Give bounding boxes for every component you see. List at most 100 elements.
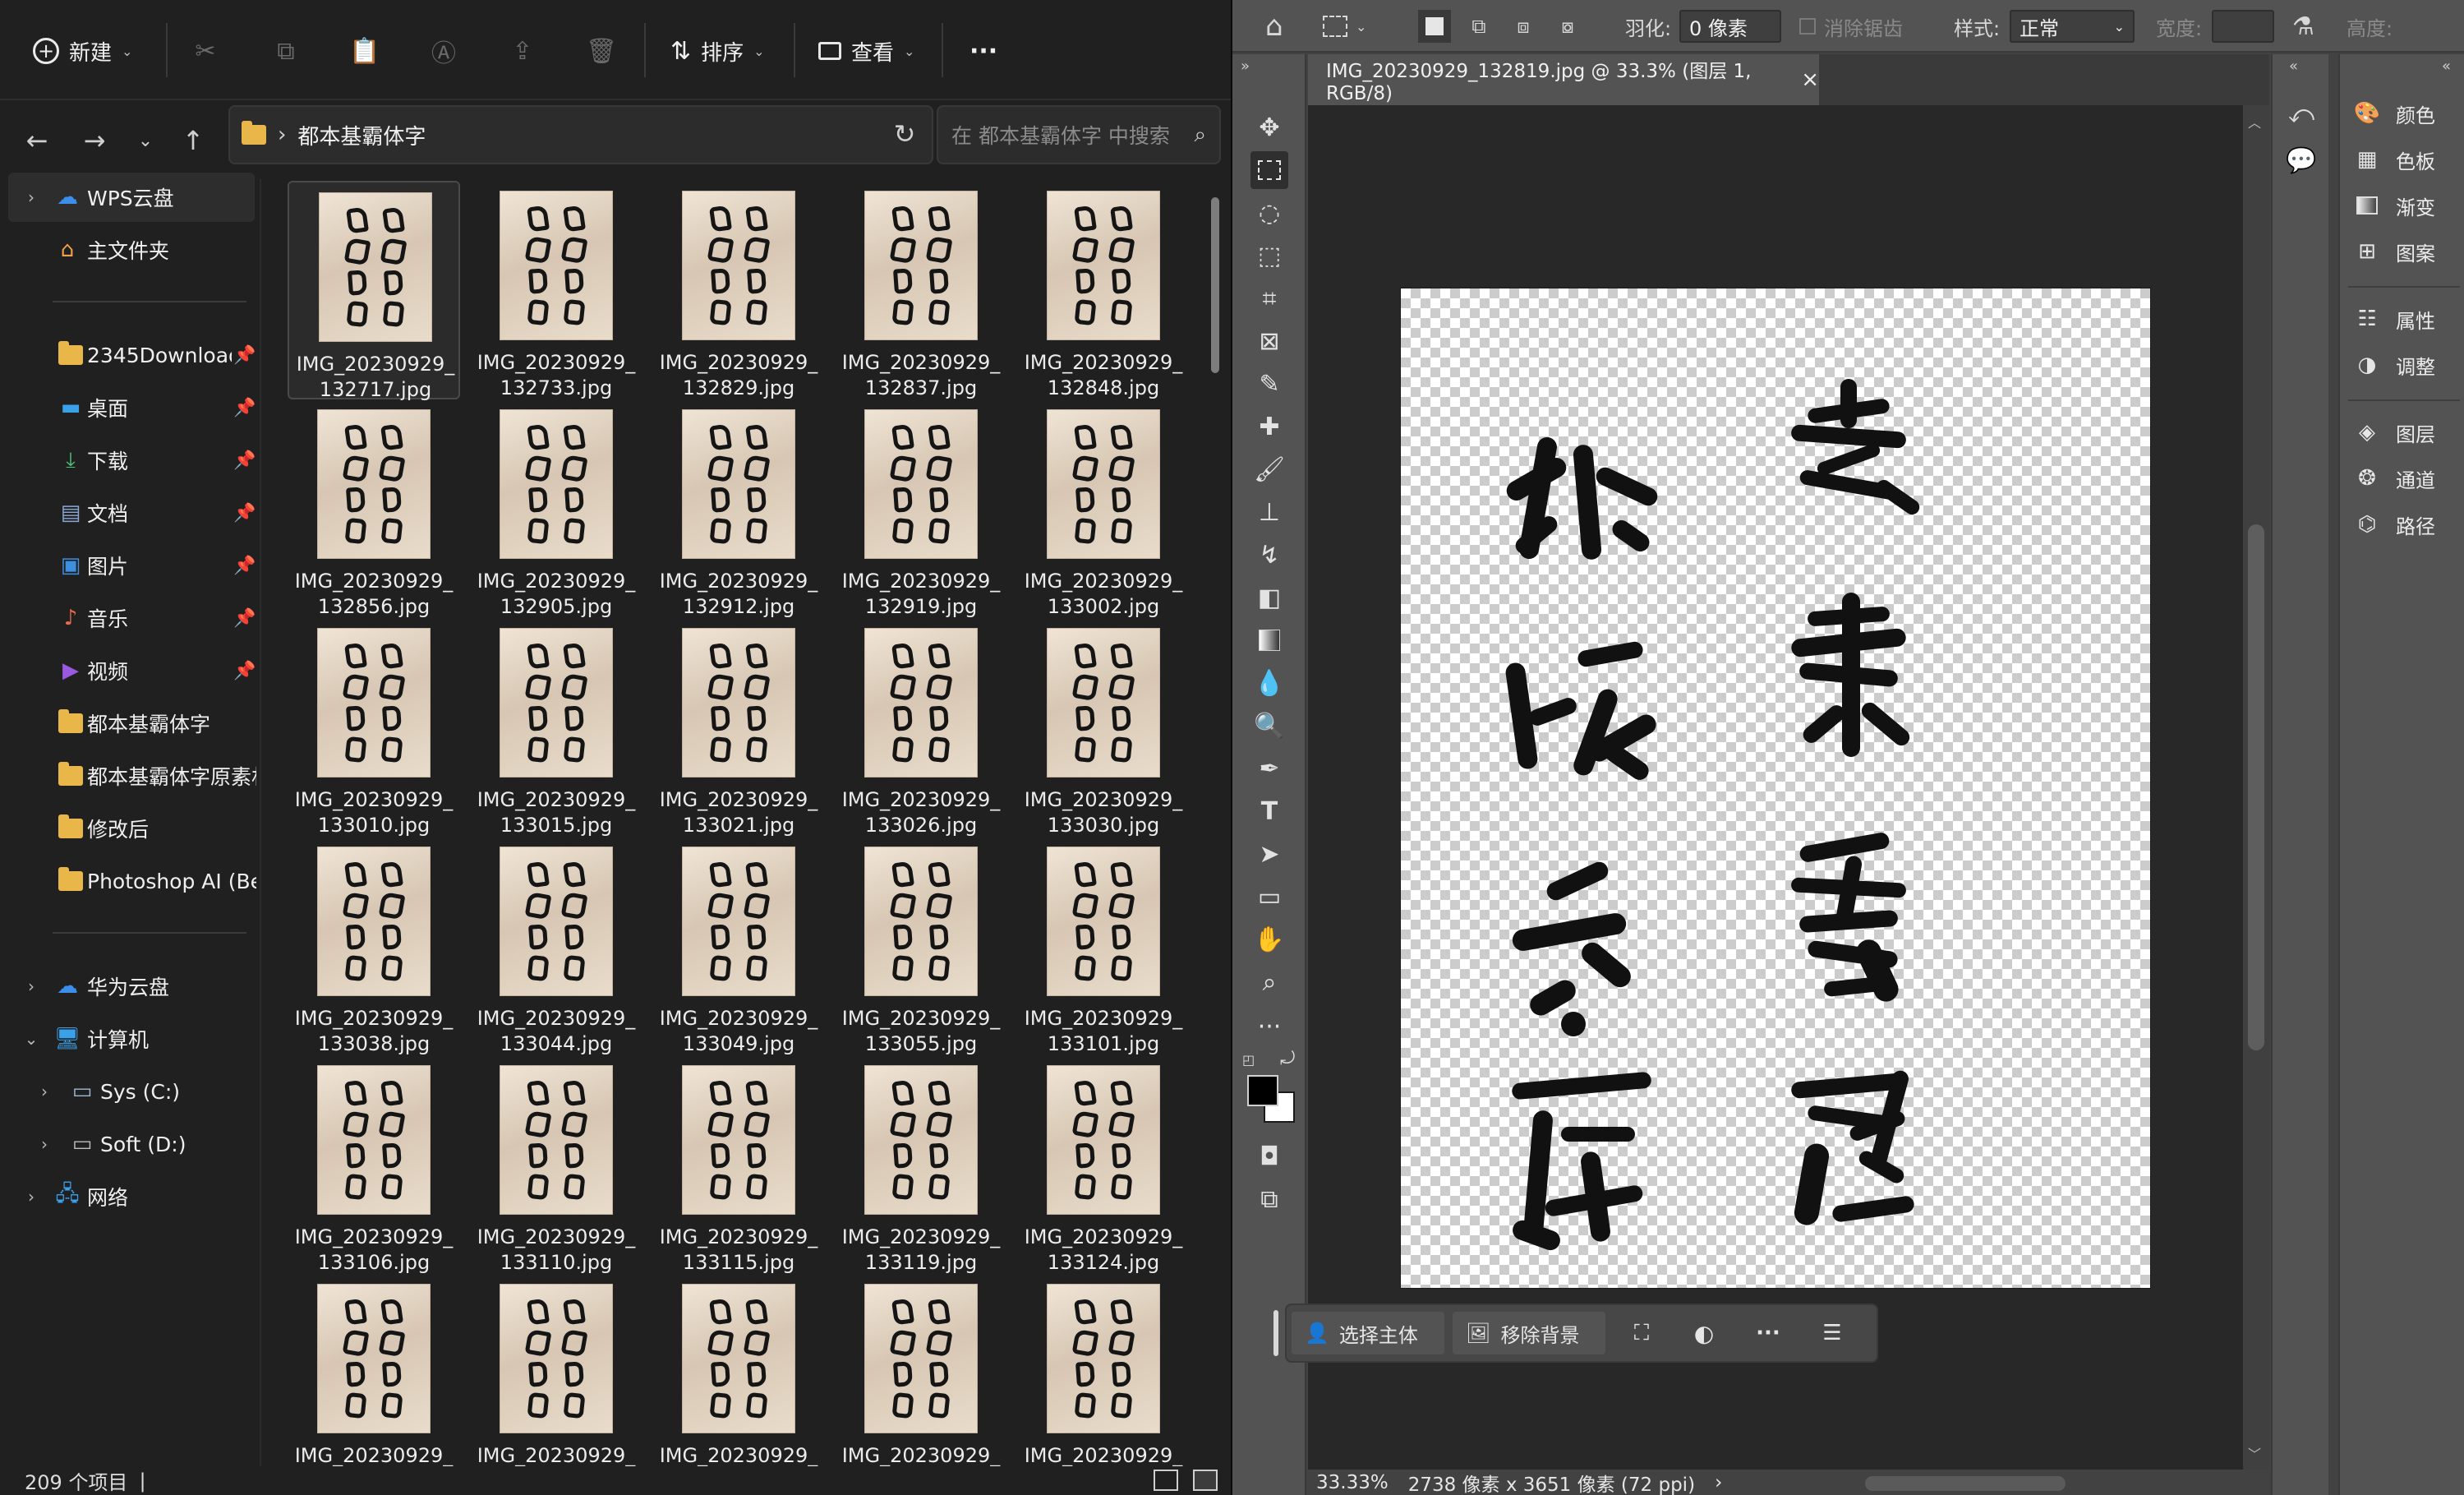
file-thumbnail[interactable]: IMG_20230929_ 133055.jpg	[835, 837, 1007, 1055]
gradients-panel-tab[interactable]: 渐变	[2353, 186, 2435, 225]
file-thumbnail[interactable]: IMG_20230929_ 133026.jpg	[835, 618, 1007, 837]
file-thumbnail[interactable]: IMG_20230929_ 132829.jpg	[652, 181, 825, 399]
more-options-button[interactable]: ···	[1748, 1313, 1788, 1353]
file-thumbnail[interactable]: IMG_20230929_ 133044.jpg	[470, 837, 642, 1055]
file-thumbnail[interactable]: IMG_20230929_ 133119.jpg	[835, 1055, 1007, 1274]
chevron-right-icon[interactable]: ›	[21, 976, 41, 996]
vertical-scroll-thumb[interactable]	[2248, 524, 2264, 1050]
up-arrow-icon[interactable]: ↑	[174, 122, 212, 159]
pin-icon[interactable]: 📌	[233, 450, 256, 471]
pin-icon[interactable]: 📌	[233, 661, 256, 681]
pen-tool-icon[interactable]: ✒	[1250, 750, 1288, 787]
horizontal-scroll-thumb[interactable]	[1865, 1476, 2066, 1491]
file-thumbnail[interactable]: IMG_20230929_ 132856.jpg	[288, 399, 460, 618]
sidebar-item-folder-photoshop-ai[interactable]: Photoshop AI (Bet	[0, 856, 260, 906]
sidebar-item-wps-cloud[interactable]: › ☁ WPS云盘	[8, 173, 255, 222]
default-colors-icon[interactable]: ◰	[1242, 1052, 1259, 1068]
home-icon[interactable]: ⌂	[1265, 0, 1283, 53]
more-options-button[interactable]: ···	[969, 28, 997, 74]
pin-icon[interactable]: 📌	[233, 556, 256, 576]
delete-icon[interactable]: 🗑	[585, 35, 618, 67]
forward-arrow-icon[interactable]: →	[76, 122, 113, 159]
hand-tool-icon[interactable]: ✋	[1250, 921, 1288, 958]
file-thumbnail[interactable]: IMG_20230929_ 133124.jpg	[1017, 1055, 1190, 1274]
subtract-from-selection-icon[interactable]: ⧈	[1507, 0, 1540, 53]
rectangle-tool-icon[interactable]: ▭	[1250, 878, 1288, 916]
zoom-tool-icon[interactable]: ⌕	[1250, 963, 1288, 1001]
document-tab[interactable]: IMG_20230929_132819.jpg @ 33.3% (图层 1, R…	[1308, 54, 1819, 105]
file-thumbnail[interactable]: IMG_20230929_ 132837.jpg	[835, 181, 1007, 399]
comments-panel-icon[interactable]: 💬	[2284, 143, 2319, 178]
new-button[interactable]: + 新建 ⌄	[33, 28, 132, 74]
file-thumbnail[interactable]: IMG_20230929_ 133038.jpg	[288, 837, 460, 1055]
move-tool-icon[interactable]: ✥	[1250, 108, 1288, 146]
style-select[interactable]: 正常 ⌄	[2010, 10, 2135, 43]
refresh-icon[interactable]: ↻	[886, 115, 923, 153]
rectangular-marquee-tool-icon[interactable]	[1250, 151, 1288, 189]
eyedropper-tool-icon[interactable]: ✎	[1250, 365, 1288, 403]
file-thumbnail[interactable]: IMG_20230929_ 133106.jpg	[288, 1055, 460, 1274]
recent-locations-chevron-icon[interactable]: ⌄	[127, 122, 164, 159]
file-thumbnail[interactable]: IMG_20230929_	[1017, 1274, 1190, 1466]
pin-icon[interactable]: 📌	[233, 345, 256, 366]
transform-selection-icon[interactable]: ⛶	[1622, 1313, 1661, 1353]
feather-input[interactable]: 0 像素	[1679, 10, 1781, 43]
sidebar-item-music[interactable]: ♪ 音乐 📌	[0, 593, 260, 643]
breadcrumb-current-folder[interactable]: 都本基霸体字	[297, 120, 426, 150]
settings-sliders-icon[interactable]: ☰	[1812, 1313, 1852, 1353]
address-bar[interactable]: › 都本基霸体字 ⌄	[228, 105, 968, 164]
file-thumbnail[interactable]: IMG_20230929_ 133110.jpg	[470, 1055, 642, 1274]
swap-width-height-icon[interactable]: ⚗	[2292, 0, 2314, 53]
canvas-vertical-scrollbar[interactable]: ︿ ﹀	[2243, 105, 2269, 1470]
dodge-tool-icon[interactable]: 🔍	[1250, 707, 1288, 745]
file-thumbnail[interactable]: IMG_20230929_ 132919.jpg	[835, 399, 1007, 618]
file-thumbnail[interactable]: IMG_20230929_ 132848.jpg	[1017, 181, 1190, 399]
sidebar-item-network[interactable]: › 🖧 网络	[0, 1172, 260, 1221]
chevron-right-icon[interactable]: ›	[35, 1082, 54, 1101]
file-thumbnail[interactable]: IMG_20230929_	[835, 1274, 1007, 1466]
healing-brush-tool-icon[interactable]: ✚	[1250, 408, 1288, 445]
details-view-icon[interactable]	[1154, 1470, 1178, 1491]
status-menu-arrow[interactable]: ›	[1715, 1472, 1722, 1493]
rename-icon[interactable]: Ⓐ	[427, 35, 460, 68]
patterns-panel-tab[interactable]: ⊞ 图案	[2353, 232, 2435, 271]
view-button[interactable]: 查看 ⌄	[818, 28, 914, 74]
frame-tool-icon[interactable]: ⊠	[1250, 322, 1288, 360]
sidebar-item-huawei-cloud[interactable]: › ☁ 华为云盘	[0, 962, 260, 1011]
width-input[interactable]	[2212, 10, 2274, 43]
adjustments-panel-tab[interactable]: ◑ 调整	[2353, 345, 2435, 385]
properties-panel-tab[interactable]: ☷ 属性	[2353, 299, 2435, 339]
document-canvas-transparent-layer[interactable]	[1400, 288, 2151, 1289]
chevron-right-icon[interactable]: ›	[35, 1134, 54, 1154]
paste-icon[interactable]: 📋	[348, 35, 381, 67]
channels-panel-tab[interactable]: ❂ 通道	[2353, 459, 2435, 498]
sidebar-item-drive-c[interactable]: › ▭ Sys (C:)	[0, 1067, 260, 1116]
tool-preset-picker[interactable]: ⌄	[1323, 0, 1366, 53]
new-selection-icon[interactable]	[1418, 0, 1451, 53]
pin-icon[interactable]: 📌	[233, 503, 256, 524]
swap-colors-icon[interactable]: ⤾	[1280, 1049, 1295, 1069]
sidebar-item-home[interactable]: ⌂ 主文件夹	[0, 225, 260, 275]
collapse-dock-icon[interactable]: «	[2289, 58, 2298, 75]
collapse-panel-icon[interactable]: »	[1241, 58, 1250, 75]
antialias-checkbox[interactable]: 消除锯齿	[1799, 0, 1903, 53]
sidebar-item-computer[interactable]: ⌄ 🖥 计算机	[0, 1014, 260, 1064]
clone-stamp-tool-icon[interactable]: ⊥	[1250, 493, 1288, 531]
chevron-down-icon[interactable]: ⌄	[21, 1029, 41, 1049]
search-input[interactable]: 在 都本基霸体字 中搜索	[951, 120, 1170, 150]
swatches-panel-tab[interactable]: ▦ 色板	[2353, 140, 2435, 179]
crop-tool-icon[interactable]: ⌗	[1250, 279, 1288, 317]
lasso-tool-icon[interactable]: ◌	[1250, 194, 1288, 232]
color-panel-tab[interactable]: 🎨 颜色	[2353, 94, 2435, 133]
file-thumbnail[interactable]: IMG_20230929_ 133049.jpg	[652, 837, 825, 1055]
share-icon[interactable]: ⇪	[506, 35, 539, 67]
file-thumbnail[interactable]: IMG_20230929_ 133002.jpg	[1017, 399, 1190, 618]
sidebar-item-documents[interactable]: ▤ 文档 📌	[0, 488, 260, 538]
large-icons-view-icon[interactable]	[1193, 1470, 1218, 1491]
sidebar-item-downloads[interactable]: ⤓ 下载 📌	[0, 436, 260, 485]
layers-panel-tab[interactable]: ◈ 图层	[2353, 413, 2435, 452]
file-thumbnail[interactable]: IMG_20230929_ 132905.jpg	[470, 399, 642, 618]
file-thumbnail[interactable]: IMG_20230929_ 132717.jpg	[288, 181, 460, 401]
vertical-scrollbar-thumb[interactable]	[1211, 197, 1219, 373]
sidebar-item-2345downloads[interactable]: 2345Download: 📌	[0, 330, 260, 380]
